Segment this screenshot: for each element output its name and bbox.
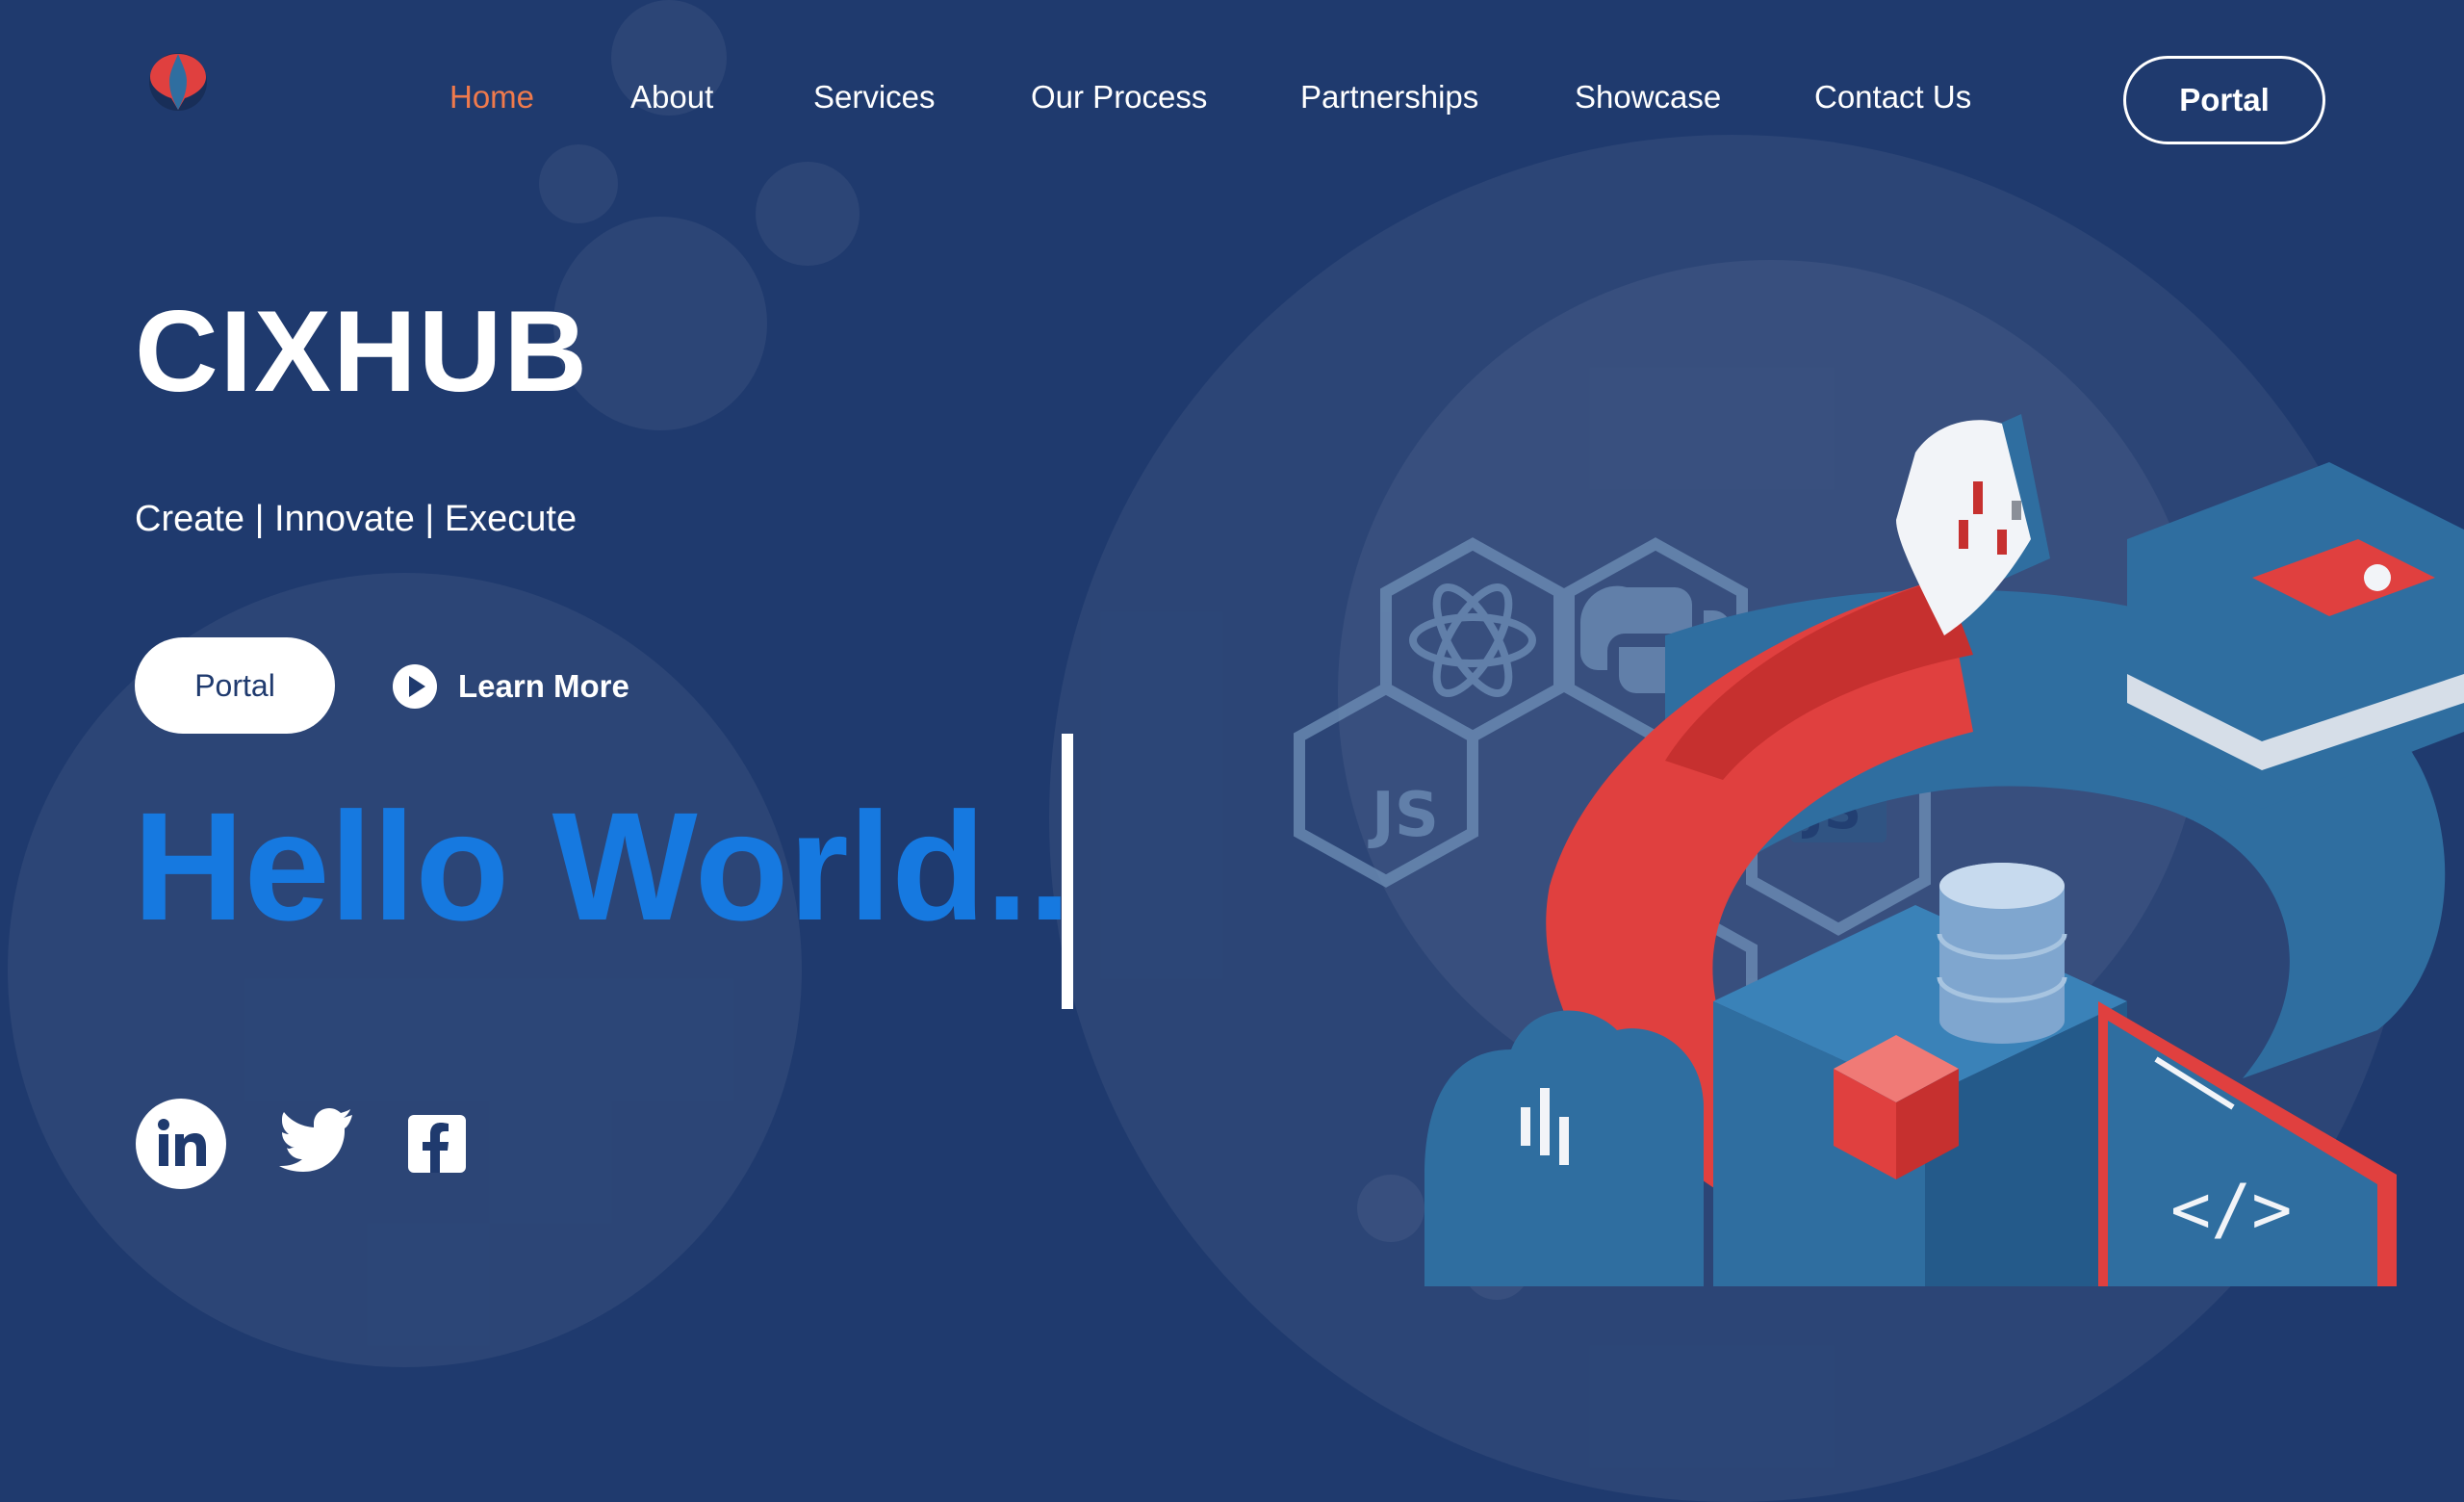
tagline: Create | Innovate | Execute: [135, 499, 578, 539]
twitter-icon: [279, 1108, 352, 1172]
header-portal-button[interactable]: Portal: [2123, 56, 2325, 144]
nav-item-our-process[interactable]: Our Process: [1031, 79, 1207, 116]
react-atom-icon: [1409, 583, 1536, 698]
hero-portal-button[interactable]: Portal: [135, 637, 335, 734]
linkedin-icon: [136, 1099, 226, 1189]
facebook-icon: [408, 1115, 466, 1173]
hero-illustration: JS JS: [1294, 414, 2464, 1286]
page-title: CIXHUB: [135, 287, 590, 416]
code-panel-graphic: </>: [2098, 1001, 2397, 1286]
main-nav: Home About Services Our Process Partners…: [0, 79, 2464, 127]
nav-item-services[interactable]: Services: [813, 79, 936, 116]
bg-bubble: [756, 162, 860, 266]
nav-item-partnerships[interactable]: Partnerships: [1300, 79, 1478, 116]
database-icon: [1937, 863, 2067, 1044]
facebook-link[interactable]: [408, 1115, 466, 1178]
nav-item-home[interactable]: Home: [449, 79, 534, 116]
bg-bubble: [539, 144, 618, 223]
typing-headline: Hello World..: [133, 780, 1071, 952]
learn-more-label: Learn More: [458, 668, 629, 704]
linkedin-link[interactable]: [135, 1098, 227, 1195]
nav-item-about[interactable]: About: [630, 79, 713, 116]
nav-item-showcase[interactable]: Showcase: [1575, 79, 1721, 116]
cloud-icon: [2364, 564, 2391, 591]
learn-more-button[interactable]: Learn More: [393, 662, 629, 711]
twitter-link[interactable]: [279, 1107, 354, 1178]
nav-item-contact-us[interactable]: Contact Us: [1814, 79, 1971, 116]
play-icon: [393, 664, 437, 709]
code-icon: </>: [2170, 1170, 2292, 1249]
nodejs-icon: JS: [1368, 780, 1439, 851]
cloud-graphic: [1424, 1010, 1704, 1286]
